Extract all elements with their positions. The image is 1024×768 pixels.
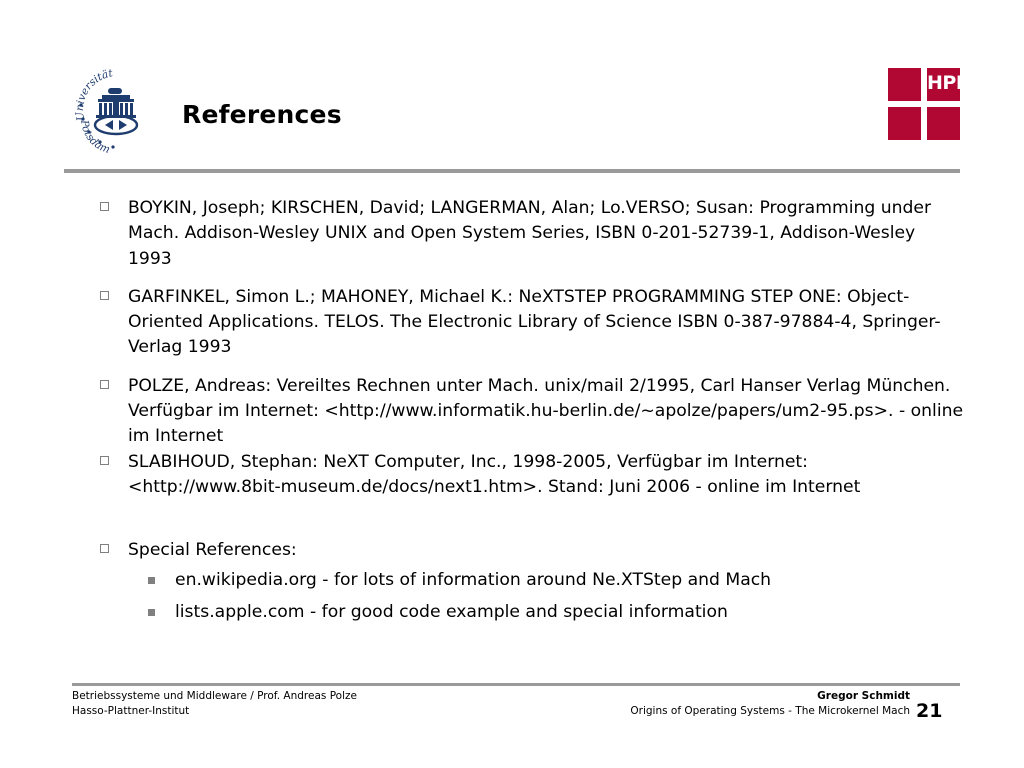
special-references-heading-item: Special References: xyxy=(64,538,964,563)
reference-text: GARFINKEL, Simon L.; MAHONEY, Michael K.… xyxy=(128,286,941,358)
hpi-logo: HPI xyxy=(888,68,963,140)
footer-institution: Betriebssysteme und Middleware / Prof. A… xyxy=(72,689,357,719)
hollow-square-bullet-icon xyxy=(100,290,109,300)
footer-presenter: Gregor Schmidt xyxy=(817,690,910,702)
hpi-wordmark: HPI xyxy=(927,72,963,94)
filled-square-bullet-icon xyxy=(148,576,155,584)
page-number: 21 xyxy=(916,700,943,722)
list-item: en.wikipedia.org - for lots of informati… xyxy=(64,564,964,596)
hollow-square-bullet-icon xyxy=(100,544,109,554)
slide-header: Universität Potsdam References HPI xyxy=(0,0,1024,175)
special-references-sublist: en.wikipedia.org - for lots of informati… xyxy=(64,564,964,628)
reference-text: POLZE, Andreas: Vereiltes Rechnen unter … xyxy=(128,375,964,447)
list-item: lists.apple.com - for good code example … xyxy=(64,596,964,628)
university-of-potsdam-seal-icon: Universität Potsdam xyxy=(72,62,160,160)
hollow-square-bullet-icon xyxy=(100,455,109,465)
footer-course-line: Betriebssysteme und Middleware / Prof. A… xyxy=(72,690,357,702)
svg-text:Universität: Universität xyxy=(74,67,115,121)
references-list: BOYKIN, Joseph; KIRSCHEN, David; LANGERM… xyxy=(64,196,964,628)
list-item: POLZE, Andreas: Vereiltes Rechnen unter … xyxy=(64,374,964,450)
special-references-heading: Special References: xyxy=(128,540,297,561)
filled-square-bullet-icon xyxy=(148,608,155,616)
footer-subject: Origins of Operating Systems - The Micro… xyxy=(630,705,910,717)
footer-institute-line: Hasso-Plattner-Institut xyxy=(72,705,190,717)
slide-footer: Betriebssysteme und Middleware / Prof. A… xyxy=(0,683,1024,768)
list-item: GARFINKEL, Simon L.; MAHONEY, Michael K.… xyxy=(64,285,964,361)
footer-talk-info: Gregor Schmidt Origins of Operating Syst… xyxy=(560,689,910,719)
page-title: References xyxy=(182,100,342,129)
list-item: SLABIHOUD, Stephan: NeXT Computer, Inc.,… xyxy=(64,450,964,501)
header-divider xyxy=(64,169,960,173)
hpi-square-bottom-right xyxy=(927,107,960,140)
hpi-square-bottom-left xyxy=(888,107,921,140)
hollow-square-bullet-icon xyxy=(100,202,109,211)
reference-text: SLABIHOUD, Stephan: NeXT Computer, Inc.,… xyxy=(128,451,861,497)
reference-text: BOYKIN, Joseph; KIRSCHEN, David; LANGERM… xyxy=(128,198,932,269)
special-reference-text: en.wikipedia.org - for lots of informati… xyxy=(175,569,772,590)
footer-divider xyxy=(72,683,960,686)
list-item: BOYKIN, Joseph; KIRSCHEN, David; LANGERM… xyxy=(64,196,964,272)
special-reference-text: lists.apple.com - for good code example … xyxy=(175,601,728,622)
hpi-square-top-left xyxy=(888,68,921,101)
hollow-square-bullet-icon xyxy=(100,379,109,389)
